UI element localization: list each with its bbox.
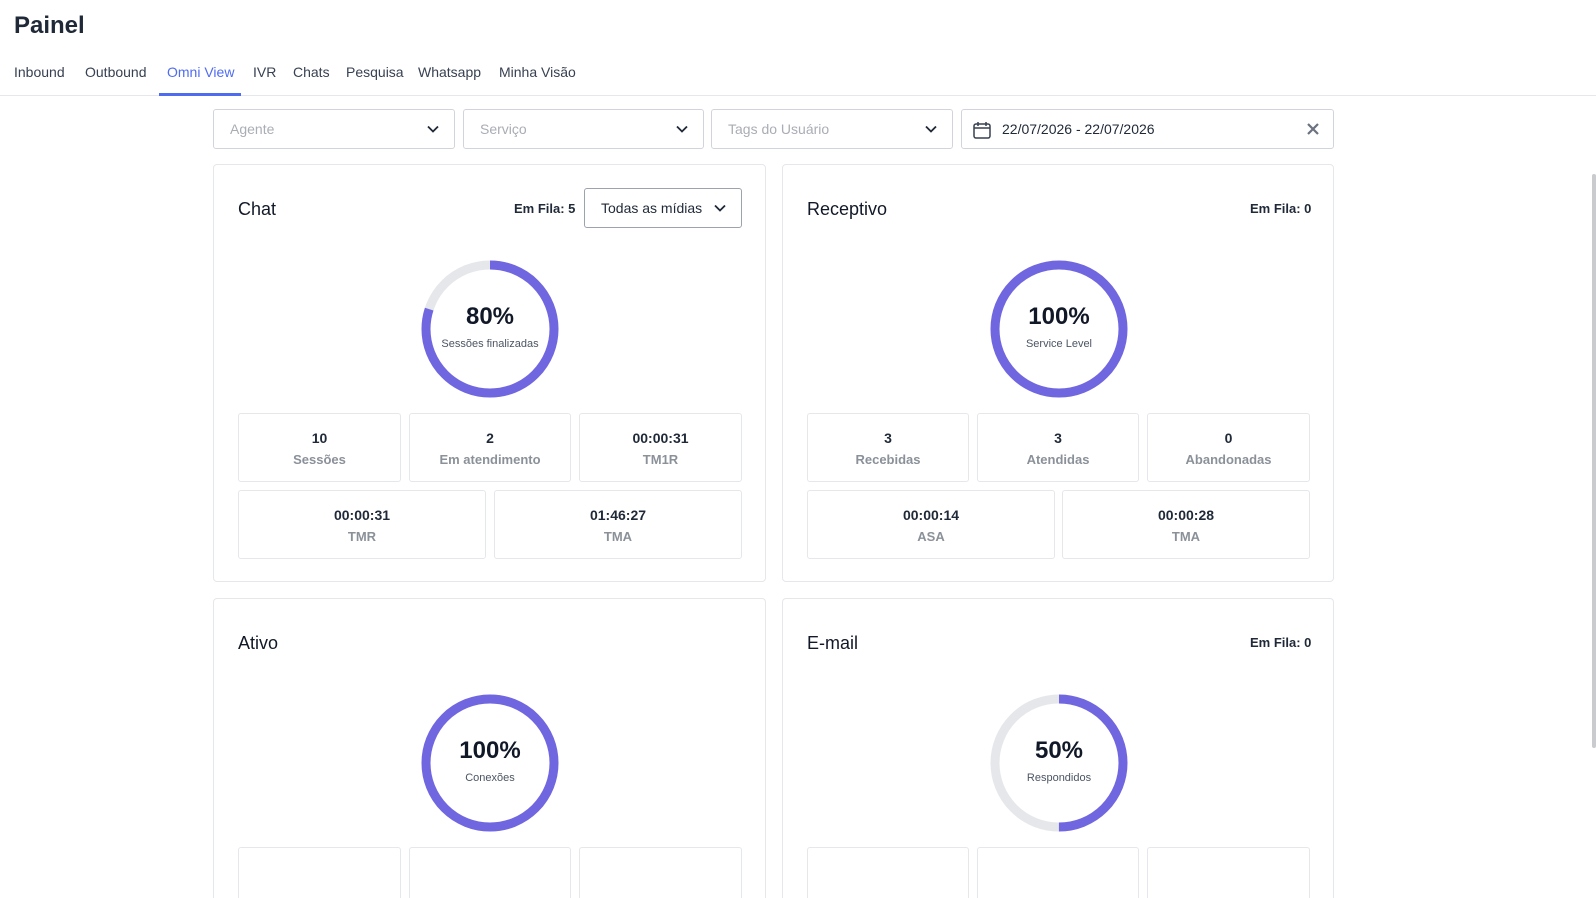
tab-whatsapp[interactable]: Whatsapp	[418, 64, 481, 92]
stat-asa: 00:00:14 ASA	[807, 490, 1055, 559]
receptivo-card: Receptivo Em Fila: 0 100% Service Level …	[782, 164, 1334, 582]
ativo-progress-ring: 100% Conexões	[420, 693, 560, 833]
chevron-down-icon	[427, 125, 439, 133]
ativo-card-title: Ativo	[238, 633, 279, 653]
stat-label: Sessões	[293, 452, 346, 467]
agent-select-placeholder: Agente	[230, 121, 275, 137]
receptivo-queue-count: Em Fila: 0	[1250, 201, 1312, 216]
tab-chats[interactable]: Chats	[293, 64, 330, 92]
ativo-card: Ativo 100% Conexões	[213, 598, 766, 898]
stat-value: 2	[486, 430, 494, 446]
ativo-ring-label: Conexões	[465, 772, 515, 784]
stat-box	[977, 847, 1139, 898]
stat-box	[1147, 847, 1310, 898]
chevron-down-icon	[714, 204, 726, 212]
stat-label: Atendidas	[1026, 452, 1090, 467]
chat-card-title: Chat	[238, 199, 277, 219]
stat-label: Recebidas	[855, 452, 921, 467]
stat-value: 3	[884, 430, 892, 446]
stat-label: Abandonadas	[1185, 452, 1272, 467]
stat-value: 10	[311, 430, 328, 446]
email-percent: 50%	[1034, 737, 1084, 764]
stat-atendidas: 3 Atendidas	[977, 413, 1139, 482]
clear-icon[interactable]	[1305, 121, 1321, 137]
email-queue-count: Em Fila: 0	[1250, 635, 1312, 650]
chat-ring-label: Sessões finalizadas	[441, 338, 539, 350]
media-select[interactable]: Todas as mídias	[584, 188, 742, 228]
stat-box	[807, 847, 969, 898]
stat-em-atendimento: 2 Em atendimento	[409, 413, 571, 482]
email-card: E-mail Em Fila: 0 50% Respondidos	[782, 598, 1334, 898]
stat-value: 00:00:28	[1157, 507, 1215, 523]
stat-value: 01:46:27	[589, 507, 647, 523]
chat-card: Chat Em Fila: 5 Todas as mídias 80% Sess…	[213, 164, 766, 582]
stat-label: TMA	[1171, 529, 1201, 544]
chat-queue-count: Em Fila: 5	[514, 201, 576, 216]
stat-abandonadas: 0 Abandonadas	[1147, 413, 1310, 482]
stat-label: TMA	[603, 529, 633, 544]
tab-pesquisa[interactable]: Pesquisa	[346, 64, 404, 92]
tab-ivr[interactable]: IVR	[253, 64, 276, 92]
agent-select[interactable]: Agente	[213, 109, 455, 149]
receptivo-ring-label: Service Level	[1025, 338, 1093, 350]
chevron-down-icon	[676, 125, 688, 133]
stat-box	[238, 847, 401, 898]
chevron-down-icon	[925, 125, 937, 133]
stat-tma: 00:00:28 TMA	[1062, 490, 1310, 559]
stat-box	[409, 847, 571, 898]
user-tags-select[interactable]: Tags do Usuário	[711, 109, 953, 149]
receptivo-percent: 100%	[1028, 303, 1090, 330]
email-card-title: E-mail	[807, 633, 859, 653]
stat-label: TM1R	[642, 452, 679, 467]
stat-tmr: 00:00:31 TMR	[238, 490, 486, 559]
service-select[interactable]: Serviço	[463, 109, 704, 149]
stat-tma: 01:46:27 TMA	[494, 490, 742, 559]
service-select-placeholder: Serviço	[480, 121, 527, 137]
tab-minha-visao[interactable]: Minha Visão	[499, 64, 576, 92]
chat-percent: 80%	[465, 303, 515, 330]
email-ring-label: Respondidos	[1026, 772, 1092, 784]
stat-label: TMR	[347, 529, 377, 544]
email-progress-ring: 50% Respondidos	[989, 693, 1129, 833]
receptivo-card-title: Receptivo	[807, 199, 888, 219]
stat-value: 00:00:14	[902, 507, 960, 523]
vertical-scrollbar[interactable]	[1592, 174, 1596, 748]
receptivo-progress-ring: 100% Service Level	[989, 259, 1129, 399]
stat-label: Em atendimento	[439, 452, 541, 467]
ativo-percent: 100%	[459, 737, 521, 764]
tab-inbound[interactable]: Inbound	[14, 64, 65, 92]
calendar-icon	[973, 122, 991, 139]
stat-value: 0	[1224, 430, 1233, 446]
user-tags-placeholder: Tags do Usuário	[728, 121, 830, 137]
page-title: Painel	[14, 12, 85, 39]
stat-tm1r: 00:00:31 TM1R	[579, 413, 742, 482]
stat-label: ASA	[917, 529, 945, 544]
date-range-picker[interactable]: 22/07/2026 - 22/07/2026	[961, 109, 1334, 149]
chat-progress-ring: 80% Sessões finalizadas	[420, 259, 560, 399]
media-select-value: Todas as mídias	[601, 200, 703, 216]
active-tab-indicator	[159, 93, 241, 96]
stat-recebidas: 3 Recebidas	[807, 413, 969, 482]
tab-outbound[interactable]: Outbound	[85, 64, 147, 92]
tab-omni-view[interactable]: Omni View	[167, 64, 234, 92]
stat-box	[579, 847, 742, 898]
date-range-value: 22/07/2026 - 22/07/2026	[1002, 121, 1155, 137]
stat-value: 3	[1054, 430, 1062, 446]
stat-value: 00:00:31	[632, 430, 689, 446]
stat-value: 00:00:31	[333, 507, 391, 523]
tab-bar: Inbound Outbound Omni View IVR Chats Pes…	[0, 56, 1596, 96]
stat-sessoes: 10 Sessões	[238, 413, 401, 482]
